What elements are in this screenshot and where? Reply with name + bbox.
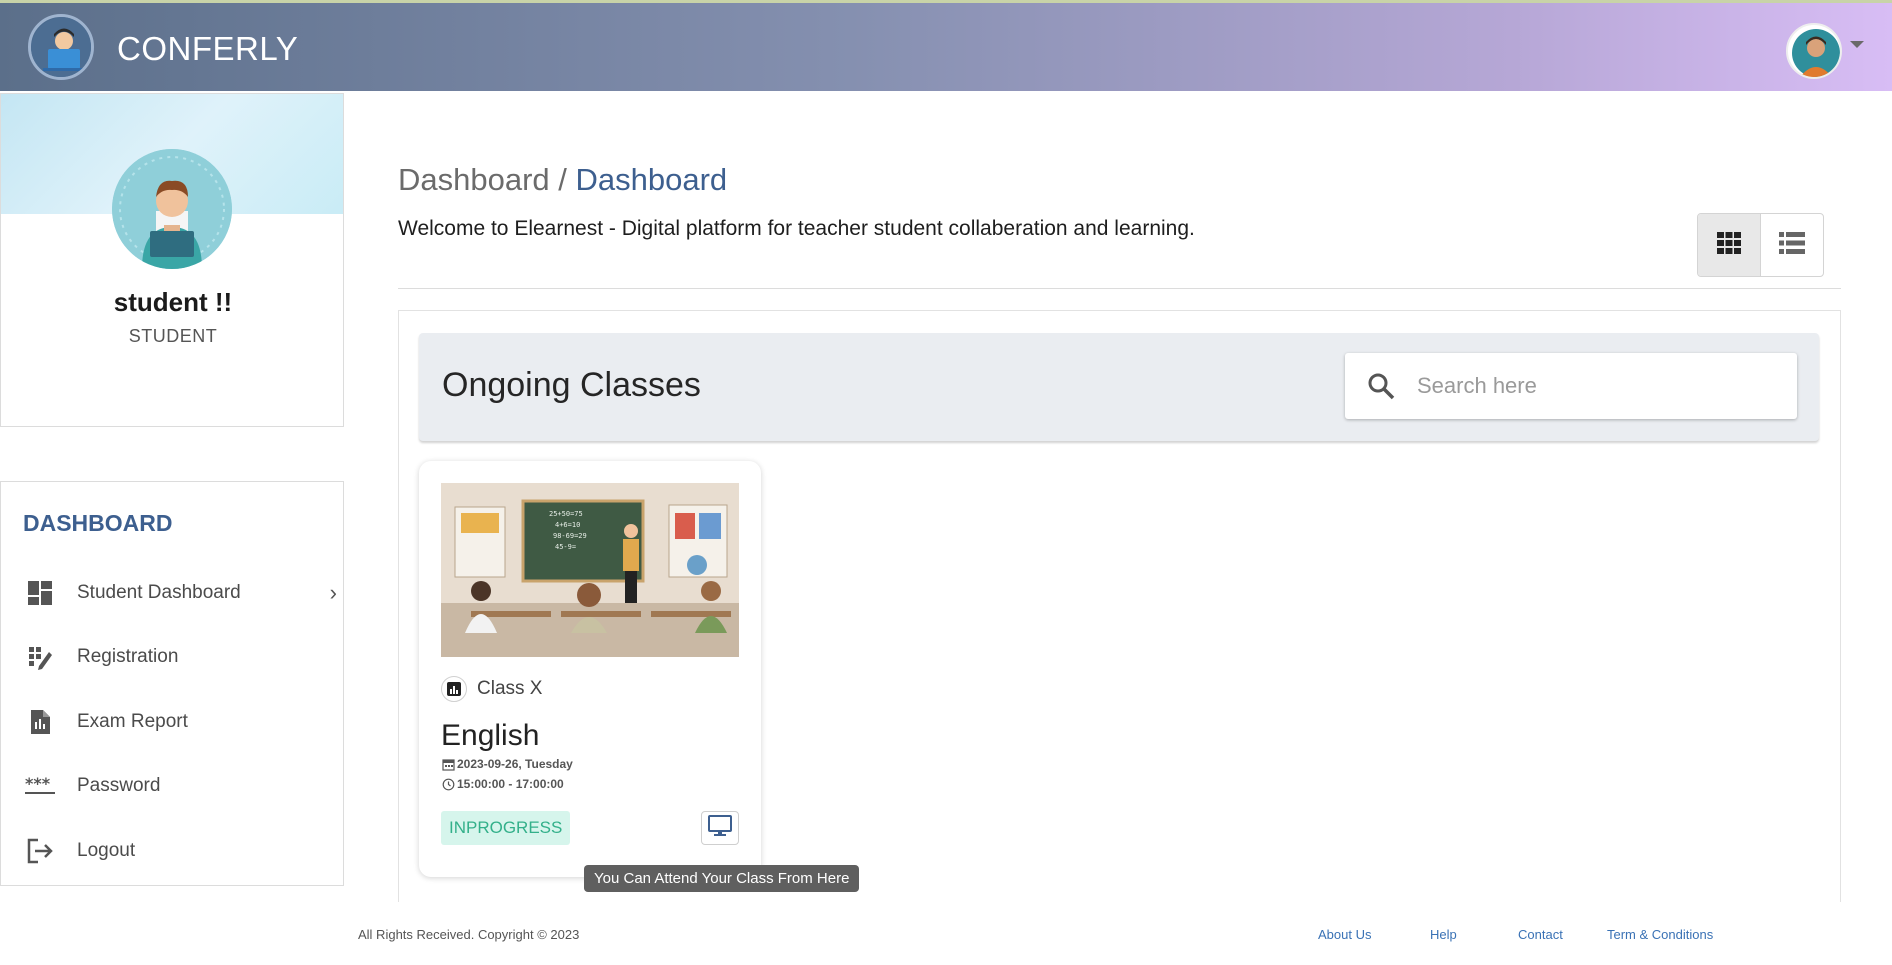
grade-chart-icon bbox=[441, 676, 467, 702]
search-box bbox=[1345, 353, 1797, 419]
sidebar-item-label: Password bbox=[77, 775, 161, 796]
list-view-button[interactable] bbox=[1761, 214, 1824, 276]
logout-icon bbox=[25, 836, 55, 866]
footer: All Rights Received. Copyright © 2023 Ab… bbox=[0, 902, 1892, 965]
breadcrumb-current: Dashboard bbox=[575, 162, 728, 197]
user-avatar[interactable] bbox=[1786, 23, 1842, 79]
dashboard-icon bbox=[25, 578, 55, 608]
grid-view-button[interactable] bbox=[1698, 214, 1761, 276]
breadcrumb-separator: / bbox=[549, 162, 576, 197]
sidebar-item-password[interactable]: *** Password bbox=[1, 761, 343, 811]
clock-icon bbox=[441, 777, 455, 791]
sidebar-item-label: Student Dashboard bbox=[77, 582, 241, 603]
welcome-text: Welcome to Elearnest - Digital platform … bbox=[398, 217, 1195, 240]
chevron-right-icon: › bbox=[329, 580, 337, 605]
footer-link-help[interactable]: Help bbox=[1430, 927, 1457, 942]
brand-logo[interactable] bbox=[28, 14, 94, 80]
attend-class-button[interactable] bbox=[701, 811, 739, 845]
class-subject: English bbox=[441, 719, 540, 752]
profile-name: student !! bbox=[113, 287, 233, 317]
monitor-icon bbox=[708, 814, 732, 842]
svg-text:25+50=75: 25+50=75 bbox=[549, 510, 583, 518]
profile-card: student !! STUDENT bbox=[0, 93, 344, 427]
registration-icon bbox=[25, 642, 55, 672]
breadcrumb: Dashboard / Dashboard bbox=[398, 162, 727, 198]
search-icon bbox=[1365, 370, 1397, 402]
view-toggle bbox=[1697, 213, 1824, 277]
class-time-row: 15:00:00 - 17:00:00 bbox=[441, 777, 564, 791]
sidebar-item-student-dashboard[interactable]: Student Dashboard › bbox=[1, 568, 343, 618]
svg-text:4+6=10: 4+6=10 bbox=[555, 521, 580, 529]
status-badge: INPROGRESS bbox=[441, 811, 571, 845]
panel-header: Ongoing Classes bbox=[419, 333, 1819, 441]
user-menu-caret-icon[interactable] bbox=[1850, 41, 1864, 48]
class-date-row: 2023-09-26, Tuesday bbox=[441, 757, 573, 771]
calendar-icon bbox=[441, 757, 455, 771]
list-icon bbox=[1778, 231, 1805, 259]
grade-row: Class X bbox=[441, 676, 542, 702]
profile-role: STUDENT bbox=[128, 326, 218, 346]
sidebar-item-registration[interactable]: Registration bbox=[1, 632, 343, 682]
classroom-image: 25+50=75 4+6=10 98-69=29 45-9= bbox=[441, 483, 739, 657]
sidebar-item-label: Registration bbox=[77, 646, 179, 667]
attend-tooltip: You Can Attend Your Class From Here bbox=[584, 865, 860, 892]
class-grade: Class X bbox=[477, 678, 543, 699]
brand-name: CONFERLY bbox=[117, 30, 299, 67]
breadcrumb-parent[interactable]: Dashboard bbox=[398, 162, 550, 197]
class-card[interactable]: 25+50=75 4+6=10 98-69=29 45-9= Class X E… bbox=[419, 461, 761, 877]
class-time: 15:00:00 - 17:00:00 bbox=[457, 777, 564, 791]
ongoing-classes-panel: Ongoing Classes 25+50=75 4+6=10 98-69=29… bbox=[398, 310, 1841, 910]
sidebar-item-logout[interactable]: Logout bbox=[1, 826, 343, 876]
svg-text:***: *** bbox=[25, 776, 51, 793]
panel-title: Ongoing Classes bbox=[442, 366, 701, 404]
profile-avatar bbox=[112, 149, 232, 269]
top-navbar: CONFERLY bbox=[0, 0, 1892, 91]
password-icon: *** bbox=[25, 771, 55, 801]
report-icon bbox=[25, 707, 55, 737]
svg-text:45-9=: 45-9= bbox=[555, 543, 576, 551]
content-divider bbox=[398, 288, 1841, 289]
sidebar-item-exam-report[interactable]: Exam Report bbox=[1, 697, 343, 747]
footer-link-contact[interactable]: Contact bbox=[1518, 927, 1563, 942]
sidebar-item-label: Logout bbox=[77, 840, 136, 861]
footer-link-terms[interactable]: Term & Conditions bbox=[1607, 927, 1713, 942]
copyright-text: All Rights Received. Copyright © 2023 bbox=[358, 927, 580, 942]
search-input[interactable] bbox=[1417, 373, 1777, 399]
class-date: 2023-09-26, Tuesday bbox=[457, 757, 573, 771]
sidebar-item-label: Exam Report bbox=[77, 711, 188, 732]
sidebar-menu: DASHBOARD Student Dashboard › Registrati… bbox=[0, 481, 344, 886]
footer-link-about-us[interactable]: About Us bbox=[1318, 927, 1371, 942]
svg-text:98-69=29: 98-69=29 bbox=[553, 532, 587, 540]
grid-icon bbox=[1716, 231, 1741, 259]
sidebar-title: DASHBOARD bbox=[23, 510, 173, 536]
